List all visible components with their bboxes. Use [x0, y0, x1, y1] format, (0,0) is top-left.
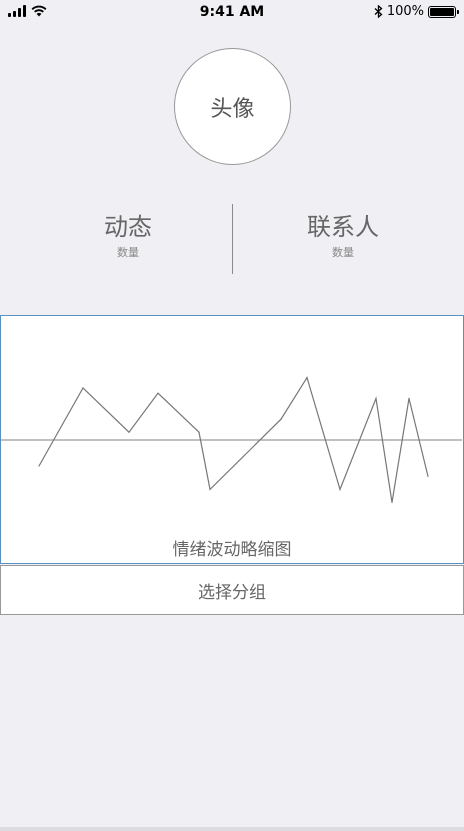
posts-count-label: 数量 [117, 246, 139, 259]
mood-point-4 [198, 431, 200, 433]
mood-point-1 [82, 387, 84, 389]
mood-point-0 [38, 465, 40, 467]
mood-point-8 [339, 488, 341, 490]
mood-chart-panel[interactable]: 情绪波动略缩图 [0, 315, 464, 564]
group-select-button[interactable]: 选择分组 [0, 565, 464, 615]
mood-point-3 [157, 392, 159, 394]
mood-point-6 [280, 418, 282, 420]
posts-stat[interactable]: 动态 数量 [48, 212, 208, 260]
chart-caption: 情绪波动略缩图 [172, 540, 292, 560]
group-select-label: 选择分组 [198, 582, 266, 603]
avatar-label: 头像 [210, 96, 255, 122]
bluetooth-icon [374, 5, 383, 18]
mood-point-7 [306, 377, 308, 379]
status-bar: 9:41 AM 100% [0, 0, 464, 26]
mood-point-5 [209, 488, 211, 490]
status-right: 100% [374, 4, 459, 19]
avatar[interactable]: 头像 [174, 48, 291, 165]
mood-point-11 [408, 397, 410, 399]
mood-point-9 [375, 397, 377, 399]
mood-point-10 [391, 501, 393, 503]
battery-icon [428, 5, 459, 18]
posts-title: 动态 [104, 213, 152, 241]
contacts-title: 联系人 [307, 213, 379, 241]
mood-chart [1, 376, 462, 503]
mood-point-12 [427, 475, 429, 477]
contacts-stat[interactable]: 联系人 数量 [263, 212, 423, 260]
battery-percent: 100% [386, 4, 424, 19]
mood-point-2 [128, 431, 130, 433]
contacts-count-label: 数量 [332, 246, 354, 259]
stats-divider [232, 204, 233, 274]
bottom-divider [0, 827, 464, 831]
